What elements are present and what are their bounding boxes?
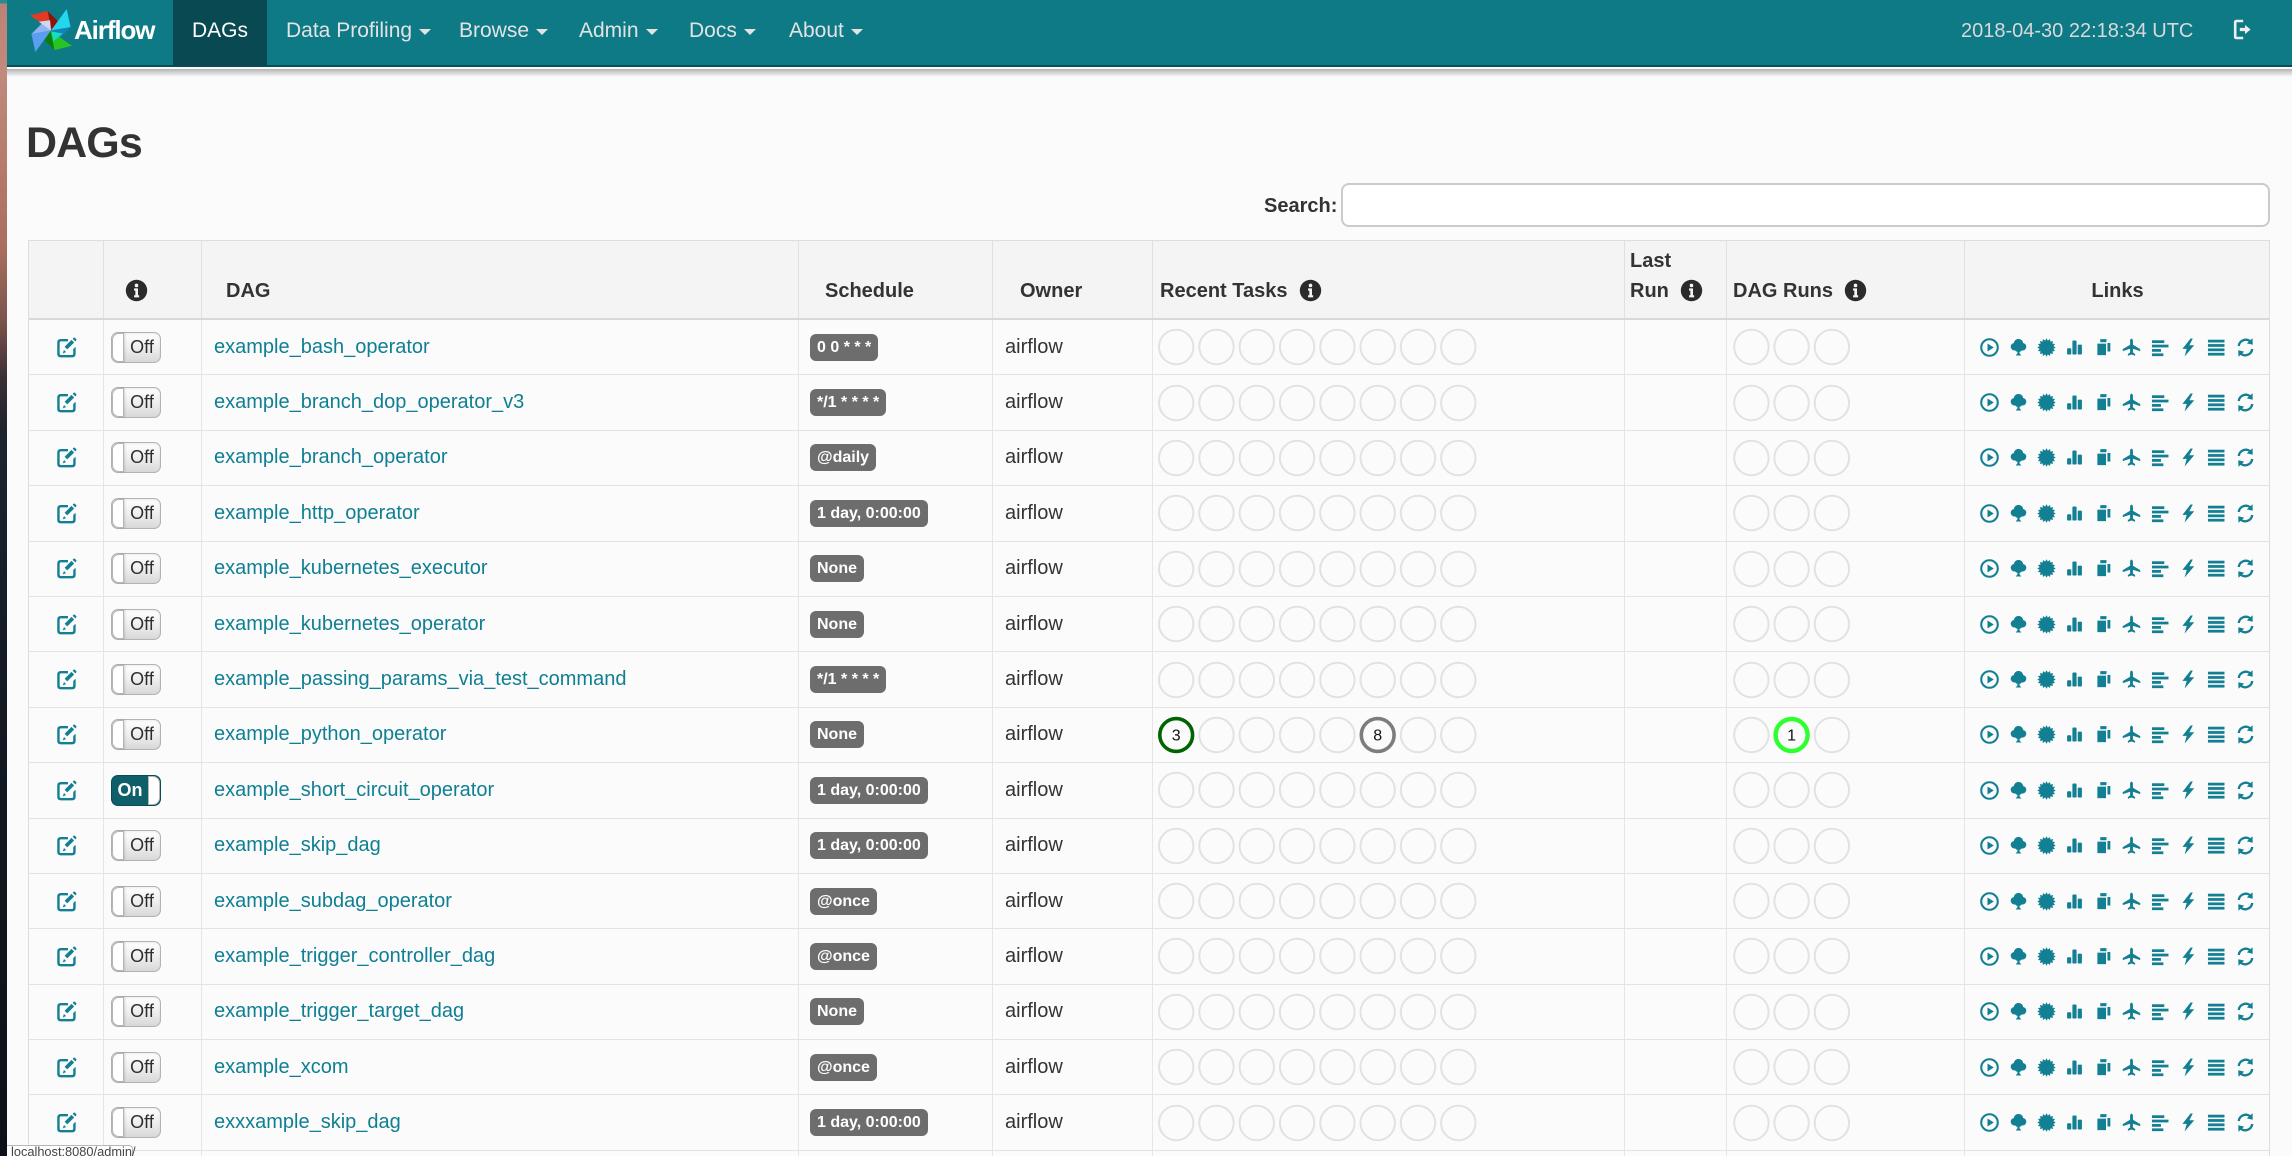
svg-text:3: 3: [1172, 727, 1181, 744]
svg-text:8: 8: [1373, 727, 1382, 744]
svg-text:1: 1: [1787, 727, 1796, 744]
